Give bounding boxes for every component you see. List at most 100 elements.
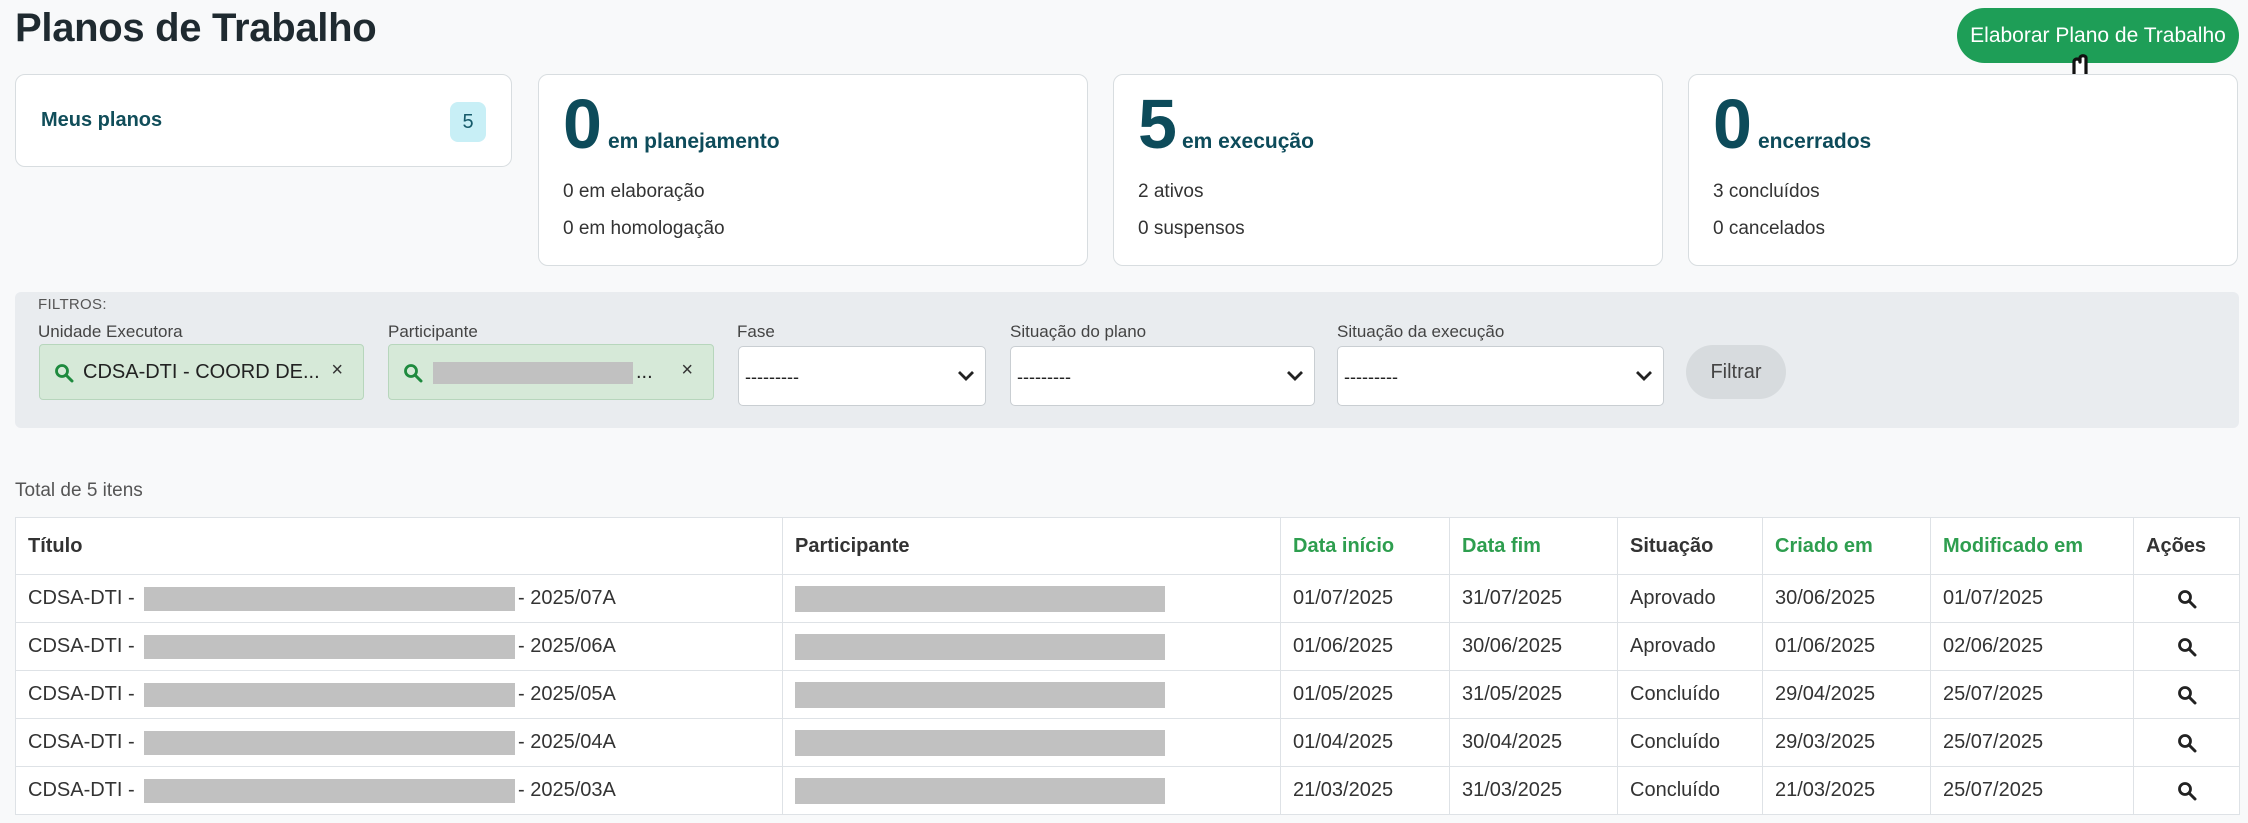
cell-modificado-em: 25/07/2025 bbox=[1930, 766, 2134, 815]
cell-data-fim: 30/04/2025 bbox=[1449, 718, 1618, 767]
execucao-count: 5 bbox=[1138, 85, 1177, 163]
page-title: Planos de Trabalho bbox=[15, 6, 377, 50]
redacted-title bbox=[144, 683, 515, 707]
cell-participante bbox=[782, 574, 1281, 623]
search-icon[interactable] bbox=[2177, 781, 2197, 801]
em-homologacao-text: 0 em homologação bbox=[563, 218, 725, 239]
cell-participante bbox=[782, 622, 1281, 671]
cell-participante bbox=[782, 766, 1281, 815]
titulo-prefix: CDSA-DTI - bbox=[28, 635, 135, 657]
titulo-suffix: - 2025/03A bbox=[518, 779, 616, 801]
redacted-participant bbox=[795, 730, 1165, 756]
planejamento-label: em planejamento bbox=[608, 130, 780, 153]
search-icon[interactable] bbox=[2177, 733, 2197, 753]
header-data-fim[interactable]: Data fim bbox=[1449, 517, 1618, 575]
header-data-inicio[interactable]: Data início bbox=[1280, 517, 1450, 575]
header-titulo: Título bbox=[15, 517, 783, 575]
meus-planos-count-badge: 5 bbox=[450, 102, 486, 142]
unidade-executora-chip[interactable]: CDSA-DTI - COORD DE... × bbox=[39, 344, 364, 400]
titulo-prefix: CDSA-DTI - bbox=[28, 731, 135, 753]
meus-planos-card[interactable]: Meus planos 5 bbox=[15, 74, 512, 167]
cell-titulo: CDSA-DTI - - 2025/06A bbox=[15, 622, 783, 671]
cell-participante bbox=[782, 670, 1281, 719]
filters-panel: FILTROS: Unidade Executora CDSA-DTI - CO… bbox=[15, 292, 2239, 428]
situacao-plano-select[interactable]: --------- bbox=[1010, 346, 1315, 406]
encerrados-card[interactable]: 0 encerrados 3 concluídos 0 cancelados bbox=[1688, 74, 2238, 266]
meus-planos-label: Meus planos bbox=[41, 109, 163, 131]
execucao-card[interactable]: 5 em execução 2 ativos 0 suspensos bbox=[1113, 74, 1663, 266]
em-elaboracao-text: 0 em elaboração bbox=[563, 181, 705, 202]
cell-data-inicio: 01/04/2025 bbox=[1280, 718, 1450, 767]
chevron-down-icon bbox=[1287, 371, 1303, 381]
cell-criado-em: 30/06/2025 bbox=[1762, 574, 1931, 623]
encerrados-label: encerrados bbox=[1758, 130, 1872, 153]
cell-modificado-em: 01/07/2025 bbox=[1930, 574, 2134, 623]
cell-data-inicio: 21/03/2025 bbox=[1280, 766, 1450, 815]
redacted-title bbox=[144, 731, 515, 755]
cell-titulo: CDSA-DTI - - 2025/07A bbox=[15, 574, 783, 623]
titulo-suffix: - 2025/04A bbox=[518, 731, 616, 753]
redacted-participant bbox=[795, 778, 1165, 804]
close-icon[interactable]: × bbox=[331, 359, 343, 382]
cell-acoes bbox=[2133, 766, 2240, 815]
search-icon bbox=[404, 364, 423, 383]
situacao-execucao-label: Situação da execução bbox=[1337, 322, 1505, 341]
cell-modificado-em: 25/07/2025 bbox=[1930, 718, 2134, 767]
cell-criado-em: 01/06/2025 bbox=[1762, 622, 1931, 671]
fase-select[interactable]: --------- bbox=[738, 346, 986, 406]
search-icon[interactable] bbox=[2177, 637, 2197, 657]
cell-situacao: Concluído bbox=[1617, 766, 1763, 815]
redacted-participant bbox=[795, 586, 1165, 612]
filtrar-button[interactable]: Filtrar bbox=[1686, 345, 1786, 399]
titulo-suffix: - 2025/05A bbox=[518, 683, 616, 705]
cell-titulo: CDSA-DTI - - 2025/04A bbox=[15, 718, 783, 767]
titulo-suffix: - 2025/07A bbox=[518, 587, 616, 609]
cell-data-fim: 31/05/2025 bbox=[1449, 670, 1618, 719]
planejamento-count: 0 bbox=[563, 85, 602, 163]
table-row: CDSA-DTI -- 2025/06A 01/06/2025 30/06/2025… bbox=[15, 622, 2240, 671]
cell-modificado-em: 25/07/2025 bbox=[1930, 670, 2134, 719]
participante-chip[interactable]: ... × bbox=[388, 344, 714, 400]
fase-label: Fase bbox=[737, 322, 775, 341]
header-participante: Participante bbox=[782, 517, 1281, 575]
planejamento-card[interactable]: 0 em planejamento 0 em elaboração 0 em h… bbox=[538, 74, 1088, 266]
cell-titulo: CDSA-DTI - - 2025/03A bbox=[15, 766, 783, 815]
participante-filter-label: Participante bbox=[388, 322, 478, 341]
redacted-title bbox=[144, 779, 515, 803]
redacted-participant bbox=[795, 634, 1165, 660]
unidade-executora-value: CDSA-DTI - COORD DE... bbox=[83, 361, 320, 383]
cell-acoes bbox=[2133, 574, 2240, 623]
cell-data-fim: 30/06/2025 bbox=[1449, 622, 1618, 671]
cell-situacao: Aprovado bbox=[1617, 622, 1763, 671]
chevron-down-icon bbox=[1636, 371, 1652, 381]
cell-data-inicio: 01/06/2025 bbox=[1280, 622, 1450, 671]
close-icon[interactable]: × bbox=[681, 359, 693, 382]
search-icon bbox=[55, 364, 74, 383]
cell-criado-em: 29/04/2025 bbox=[1762, 670, 1931, 719]
filters-heading: FILTROS: bbox=[38, 296, 107, 313]
unidade-executora-label: Unidade Executora bbox=[38, 322, 183, 341]
header-modificado-em[interactable]: Modificado em bbox=[1930, 517, 2134, 575]
cell-situacao: Aprovado bbox=[1617, 574, 1763, 623]
participante-ellipsis: ... bbox=[636, 361, 653, 383]
situacao-execucao-value: --------- bbox=[1344, 367, 1398, 387]
cell-titulo: CDSA-DTI - - 2025/05A bbox=[15, 670, 783, 719]
cell-modificado-em: 02/06/2025 bbox=[1930, 622, 2134, 671]
titulo-prefix: CDSA-DTI - bbox=[28, 779, 135, 801]
cell-data-inicio: 01/07/2025 bbox=[1280, 574, 1450, 623]
table-row: CDSA-DTI - - 2025/05A 01/05/2025 31/05/2025… bbox=[15, 670, 2240, 719]
table-header-row: Título Participante Data início Data fim… bbox=[15, 517, 2240, 575]
search-icon[interactable] bbox=[2177, 685, 2197, 705]
header-criado-em[interactable]: Criado em bbox=[1762, 517, 1931, 575]
redacted-participant bbox=[795, 682, 1165, 708]
search-icon[interactable] bbox=[2177, 589, 2197, 609]
planos-table: Título Participante Data início Data fim… bbox=[15, 517, 2240, 815]
concluidos-text: 3 concluídos bbox=[1713, 181, 1820, 202]
titulo-prefix: CDSA-DTI - bbox=[28, 683, 135, 705]
header-situacao: Situação bbox=[1617, 517, 1763, 575]
situacao-execucao-select[interactable]: --------- bbox=[1337, 346, 1664, 406]
cell-data-inicio: 01/05/2025 bbox=[1280, 670, 1450, 719]
cell-situacao: Concluído bbox=[1617, 718, 1763, 767]
titulo-prefix: CDSA-DTI - bbox=[28, 587, 135, 609]
elaborar-plano-button[interactable]: Elaborar Plano de Trabalho bbox=[1957, 8, 2239, 63]
